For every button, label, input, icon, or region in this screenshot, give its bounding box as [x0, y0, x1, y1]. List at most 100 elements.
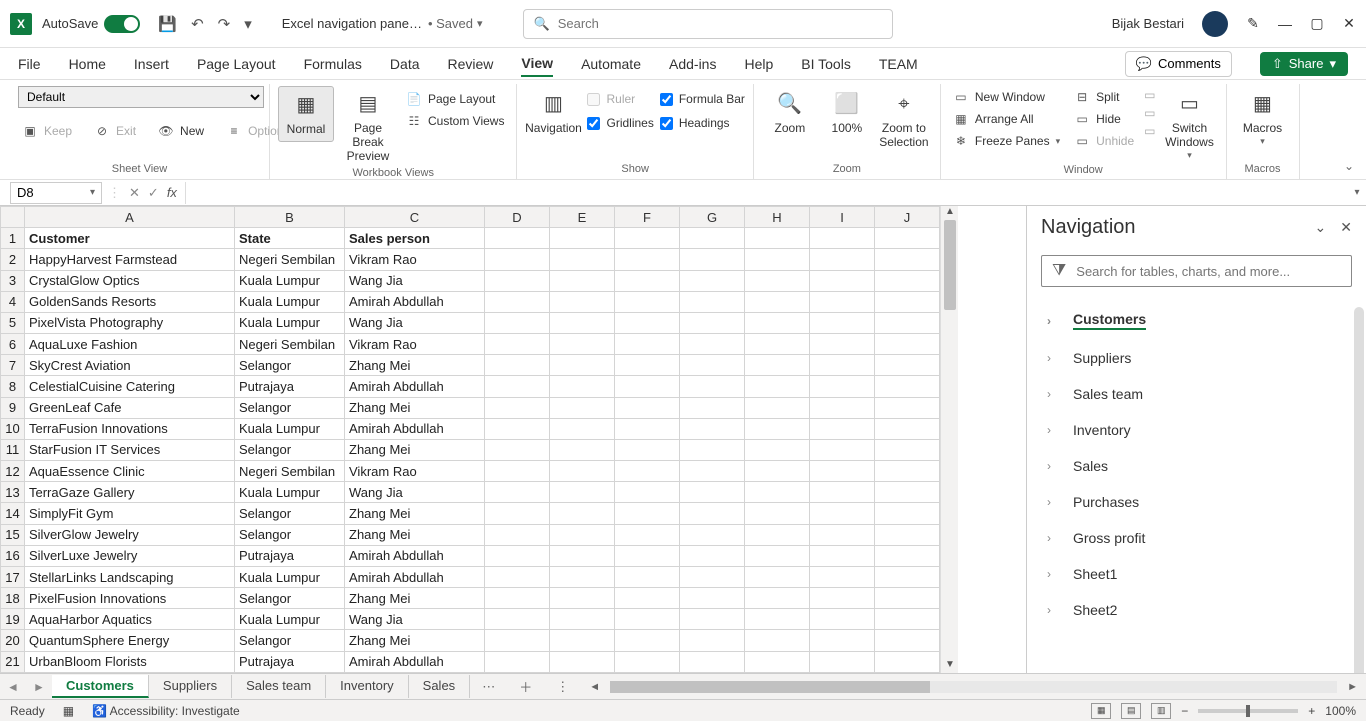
close-icon[interactable]: ✕: [1342, 15, 1356, 32]
cell[interactable]: [615, 651, 680, 672]
cell[interactable]: Amirah Abdullah: [345, 291, 485, 312]
enter-icon[interactable]: ✓: [148, 185, 159, 201]
ribbon-tab-view[interactable]: View: [521, 51, 553, 77]
cell[interactable]: [680, 503, 745, 524]
hide-button[interactable]: ▭Hide: [1070, 110, 1138, 128]
row-header[interactable]: 20: [1, 630, 25, 651]
row-header[interactable]: 9: [1, 397, 25, 418]
page-layout-view-icon[interactable]: ▤: [1121, 703, 1141, 719]
cell[interactable]: Zhang Mei: [345, 524, 485, 545]
row-header[interactable]: 6: [1, 334, 25, 355]
cell[interactable]: [680, 566, 745, 587]
row-header[interactable]: 12: [1, 461, 25, 482]
cell[interactable]: QuantumSphere Energy: [25, 630, 235, 651]
cell[interactable]: [810, 503, 875, 524]
cell[interactable]: [680, 439, 745, 460]
cell[interactable]: GoldenSands Resorts: [25, 291, 235, 312]
cell[interactable]: State: [235, 228, 345, 249]
cell[interactable]: [745, 355, 810, 376]
cell[interactable]: [745, 312, 810, 333]
nav-item-sales-team[interactable]: ›Sales team: [1027, 376, 1366, 412]
page-layout-button[interactable]: 📄Page Layout: [402, 90, 508, 108]
filename-chevron-icon[interactable]: ▾: [477, 17, 483, 30]
cell[interactable]: Zhang Mei: [345, 397, 485, 418]
cell[interactable]: [485, 545, 550, 566]
row-header[interactable]: 8: [1, 376, 25, 397]
cell[interactable]: [680, 630, 745, 651]
tabs-menu-icon[interactable]: ⋮: [544, 679, 581, 695]
exit-button[interactable]: ⊘Exit: [90, 122, 140, 140]
cell[interactable]: [485, 418, 550, 439]
cell[interactable]: Negeri Sembilan: [235, 334, 345, 355]
cell[interactable]: AquaEssence Clinic: [25, 461, 235, 482]
formula-input[interactable]: [185, 182, 1348, 204]
ribbon-tab-page-layout[interactable]: Page Layout: [197, 52, 276, 76]
cell[interactable]: [810, 397, 875, 418]
cell[interactable]: Kuala Lumpur: [235, 482, 345, 503]
cell[interactable]: [745, 228, 810, 249]
cell[interactable]: [810, 566, 875, 587]
cell[interactable]: Negeri Sembilan: [235, 249, 345, 270]
chevron-down-icon[interactable]: ▾: [90, 187, 95, 198]
ruler-checkbox[interactable]: Ruler: [587, 90, 653, 108]
cell[interactable]: [485, 228, 550, 249]
col-header-E[interactable]: E: [550, 207, 615, 228]
cell[interactable]: [615, 630, 680, 651]
cell[interactable]: [810, 461, 875, 482]
zoom-slider[interactable]: [1198, 709, 1298, 713]
redo-icon[interactable]: ↷: [218, 15, 231, 33]
cell[interactable]: [810, 376, 875, 397]
cell[interactable]: Kuala Lumpur: [235, 270, 345, 291]
cell[interactable]: SimplyFit Gym: [25, 503, 235, 524]
cell[interactable]: [550, 418, 615, 439]
col-header-A[interactable]: A: [25, 207, 235, 228]
col-header-F[interactable]: F: [615, 207, 680, 228]
cell[interactable]: [550, 228, 615, 249]
keep-button[interactable]: ▣Keep: [18, 122, 76, 140]
cell[interactable]: [745, 545, 810, 566]
cell[interactable]: Customer: [25, 228, 235, 249]
cell[interactable]: [745, 482, 810, 503]
cell[interactable]: [615, 228, 680, 249]
row-header[interactable]: 15: [1, 524, 25, 545]
cell[interactable]: [680, 461, 745, 482]
cell[interactable]: Vikram Rao: [345, 461, 485, 482]
cell[interactable]: [875, 355, 940, 376]
new-sheet-icon[interactable]: ＋: [507, 677, 544, 696]
cell[interactable]: TerraGaze Gallery: [25, 482, 235, 503]
cell[interactable]: Zhang Mei: [345, 439, 485, 460]
ribbon-tab-bi-tools[interactable]: BI Tools: [801, 52, 851, 76]
cell[interactable]: [680, 291, 745, 312]
cell[interactable]: [745, 439, 810, 460]
user-name[interactable]: Bijak Bestari: [1112, 16, 1184, 31]
cell[interactable]: [875, 524, 940, 545]
row-header[interactable]: 18: [1, 588, 25, 609]
zoom-button[interactable]: 🔍Zoom: [762, 86, 818, 140]
cell[interactable]: [745, 291, 810, 312]
ribbon-tab-team[interactable]: TEAM: [879, 52, 918, 76]
cell[interactable]: Putrajaya: [235, 651, 345, 672]
row-header[interactable]: 13: [1, 482, 25, 503]
normal-button[interactable]: ▦Normal: [278, 86, 334, 142]
cell[interactable]: [810, 588, 875, 609]
autosave-toggle[interactable]: [104, 15, 140, 33]
cell[interactable]: CelestialCuisine Catering: [25, 376, 235, 397]
cell[interactable]: Amirah Abdullah: [345, 418, 485, 439]
cell[interactable]: Zhang Mei: [345, 355, 485, 376]
cell[interactable]: [745, 270, 810, 291]
cell[interactable]: [745, 461, 810, 482]
col-header-J[interactable]: J: [875, 207, 940, 228]
cell[interactable]: [550, 588, 615, 609]
unhide-button[interactable]: ▭Unhide: [1070, 132, 1138, 150]
cell[interactable]: Amirah Abdullah: [345, 566, 485, 587]
select-all[interactable]: [1, 207, 25, 228]
cell[interactable]: [485, 503, 550, 524]
cell[interactable]: [550, 482, 615, 503]
cell[interactable]: [875, 376, 940, 397]
cell[interactable]: [615, 482, 680, 503]
cell[interactable]: [550, 376, 615, 397]
col-header-H[interactable]: H: [745, 207, 810, 228]
cell[interactable]: [485, 312, 550, 333]
cancel-icon[interactable]: ✕: [129, 185, 140, 201]
cell[interactable]: [875, 482, 940, 503]
